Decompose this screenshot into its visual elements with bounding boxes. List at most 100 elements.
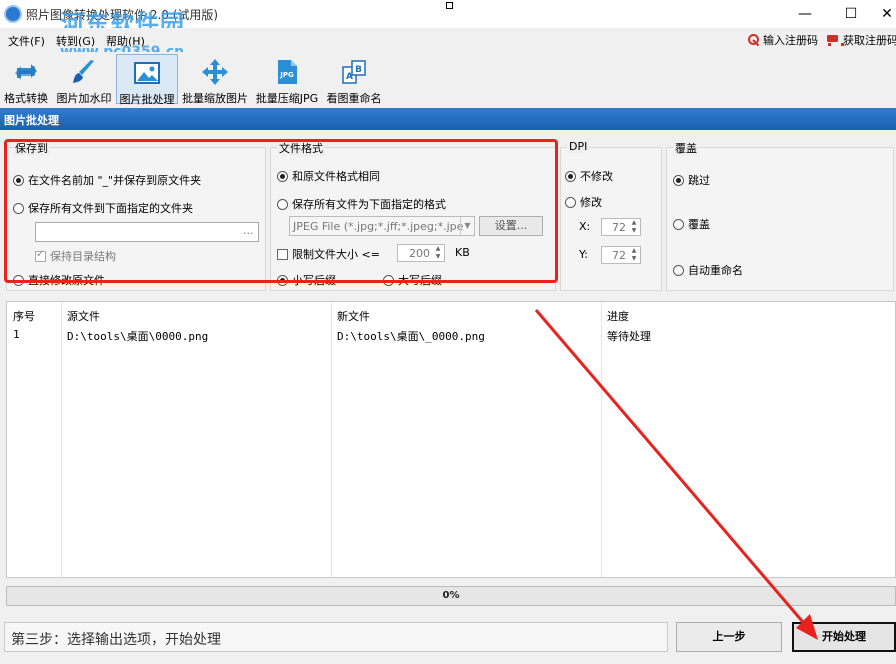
overwrite-original-option[interactable]: 直接修改原文件 bbox=[13, 272, 105, 288]
lowercase-ext-option[interactable]: 小写后缀 bbox=[277, 272, 336, 288]
options-panel: 保存到 在文件名前加 "_"并保存到原文件夹 保存所有文件到下面指定的文件夹 .… bbox=[0, 131, 896, 295]
cell-target: D:\tools\桌面\_0000.png bbox=[337, 330, 485, 343]
previous-step-button[interactable]: 上一步 bbox=[676, 622, 782, 652]
column-header-target[interactable]: 新文件 bbox=[337, 308, 370, 324]
file-format-group: 文件格式 和原文件格式相同 保存所有文件为下面指定的格式 JPEG File (… bbox=[270, 140, 556, 291]
file-format-title: 文件格式 bbox=[277, 140, 325, 156]
menu-file[interactable]: 文件(F) bbox=[8, 33, 45, 49]
dpi-no-change-label: 不修改 bbox=[580, 170, 613, 183]
dpi-group: DPI 不修改 修改 X: 72 ▲ ▼ Y: 72 ▲ ▼ bbox=[560, 140, 662, 291]
column-header-progress[interactable]: 进度 bbox=[607, 308, 629, 324]
skip-option[interactable]: 跳过 bbox=[673, 172, 710, 188]
skip-label: 跳过 bbox=[688, 174, 710, 187]
same-format-option[interactable]: 和原文件格式相同 bbox=[277, 168, 380, 184]
jpg-file-icon: JPG bbox=[278, 60, 297, 84]
radio-unselected bbox=[277, 198, 288, 210]
checkbox-checked bbox=[35, 249, 46, 262]
save-prefix-option[interactable]: 在文件名前加 "_"并保存到原文件夹 bbox=[13, 172, 201, 188]
image-icon bbox=[134, 62, 160, 84]
move-arrows-icon bbox=[202, 59, 228, 85]
format-settings-button[interactable]: 设置... bbox=[479, 216, 543, 236]
column-header-index[interactable]: 序号 bbox=[13, 308, 35, 324]
overwrite-title: 覆盖 bbox=[673, 140, 699, 156]
rename-icon: A B bbox=[342, 60, 366, 84]
column-divider bbox=[601, 302, 602, 577]
radio-unselected bbox=[13, 274, 24, 286]
dpi-modify-option[interactable]: 修改 bbox=[565, 194, 602, 210]
dpi-x-value: 72 bbox=[612, 221, 626, 234]
radio-unselected bbox=[565, 196, 576, 208]
size-limit-stepper[interactable]: 200 ▲ ▼ bbox=[397, 244, 445, 262]
svg-text:B: B bbox=[355, 65, 362, 75]
tool-view-rename[interactable]: A B 看图重命名 bbox=[324, 54, 384, 105]
auto-rename-option[interactable]: 自动重命名 bbox=[673, 262, 743, 278]
output-folder-input[interactable] bbox=[35, 222, 259, 242]
keep-structure-checkbox[interactable]: 保持目录结构 bbox=[35, 248, 116, 264]
dpi-x-stepper[interactable]: 72 ▲ ▼ bbox=[601, 218, 641, 236]
uppercase-ext-option[interactable]: 大写后缀 bbox=[383, 272, 442, 288]
resize-handle[interactable] bbox=[446, 2, 453, 9]
app-logo-icon bbox=[4, 5, 22, 23]
cell-index: 1 bbox=[13, 328, 20, 341]
stepper-arrows-icon[interactable]: ▲ ▼ bbox=[629, 247, 639, 263]
close-button[interactable]: ✕ bbox=[864, 0, 896, 28]
cell-source: D:\tools\桌面\0000.png bbox=[67, 330, 209, 343]
svg-text:A: A bbox=[346, 72, 353, 82]
get-register-code-link[interactable]: 获取注册码 bbox=[826, 32, 896, 48]
column-header-source[interactable]: 源文件 bbox=[67, 308, 100, 324]
save-folder-option[interactable]: 保存所有文件到下面指定的文件夹 bbox=[13, 200, 193, 216]
tool-label: 格式转换 bbox=[4, 92, 48, 105]
convert-format-option[interactable]: 保存所有文件为下面指定的格式 bbox=[277, 196, 446, 212]
format-select-value: JPEG File (*.jpg;*.jff;*.jpeg;*.jpe bbox=[293, 220, 464, 233]
tool-format-convert[interactable]: 格式转换 bbox=[2, 54, 50, 105]
column-divider bbox=[61, 302, 62, 577]
minimize-button[interactable]: — bbox=[782, 0, 828, 28]
radio-unselected bbox=[383, 274, 394, 286]
cart-icon bbox=[826, 34, 844, 46]
tool-label: 批量压缩JPG bbox=[255, 92, 319, 105]
radio-selected bbox=[673, 174, 684, 186]
stepper-arrows-icon[interactable]: ▲ ▼ bbox=[433, 245, 443, 261]
keep-structure-label: 保持目录结构 bbox=[50, 250, 116, 263]
status-text: 第三步：选择输出选项，开始处理 bbox=[11, 632, 221, 648]
save-prefix-label: 在文件名前加 "_"并保存到原文件夹 bbox=[28, 174, 202, 187]
brush-icon bbox=[73, 60, 94, 83]
lowercase-ext-label: 小写后缀 bbox=[292, 274, 336, 287]
svg-text:JPG: JPG bbox=[279, 71, 294, 79]
chevron-down-icon: ▼ bbox=[460, 217, 474, 235]
tool-batch-process[interactable]: 图片批处理 bbox=[116, 54, 178, 106]
convert-format-label: 保存所有文件为下面指定的格式 bbox=[292, 198, 446, 211]
tool-watermark[interactable]: 图片加水印 bbox=[54, 54, 114, 105]
radio-unselected bbox=[13, 202, 24, 214]
enter-register-code-label: 输入注册码 bbox=[763, 34, 818, 47]
dpi-y-stepper[interactable]: 72 ▲ ▼ bbox=[601, 246, 641, 264]
stepper-arrows-icon[interactable]: ▲ ▼ bbox=[629, 219, 639, 235]
tool-label: 图片加水印 bbox=[56, 92, 112, 105]
browse-button[interactable]: ... bbox=[243, 224, 254, 237]
file-table[interactable]: 序号 源文件 新文件 进度 1 D:\tools\桌面\0000.png D:\… bbox=[6, 301, 896, 578]
section-header: 图片批处理 bbox=[0, 108, 896, 130]
overwrite-option[interactable]: 覆盖 bbox=[673, 216, 710, 232]
dpi-y-label: Y: bbox=[579, 248, 588, 261]
key-icon bbox=[748, 34, 760, 46]
overwrite-original-label: 直接修改原文件 bbox=[28, 274, 105, 287]
tool-batch-resize[interactable]: 批量缩放图片 bbox=[180, 54, 250, 105]
toolbar: 格式转换 图片加水印 图片批处理 批量缩放图片 JPG 批量压缩JPG A B … bbox=[0, 52, 896, 106]
enter-register-code-link[interactable]: 输入注册码 bbox=[748, 32, 818, 48]
dpi-no-change-option[interactable]: 不修改 bbox=[565, 168, 613, 184]
radio-selected bbox=[277, 170, 288, 182]
format-select[interactable]: JPEG File (*.jpg;*.jff;*.jpeg;*.jpe ▼ bbox=[289, 216, 475, 236]
radio-unselected bbox=[673, 218, 684, 230]
progress-text: 0% bbox=[442, 590, 460, 601]
start-processing-button[interactable]: 开始处理 bbox=[792, 622, 896, 652]
tool-batch-compress-jpg[interactable]: JPG 批量压缩JPG bbox=[254, 54, 320, 105]
status-box: 第三步：选择输出选项，开始处理 bbox=[4, 622, 668, 652]
limit-size-checkbox[interactable]: 限制文件大小 <= bbox=[277, 246, 380, 262]
section-title: 图片批处理 bbox=[4, 114, 59, 127]
convert-icon bbox=[15, 64, 37, 80]
radio-selected bbox=[565, 170, 576, 182]
tool-label: 看图重命名 bbox=[326, 92, 382, 105]
save-to-group: 保存到 在文件名前加 "_"并保存到原文件夹 保存所有文件到下面指定的文件夹 .… bbox=[6, 140, 266, 291]
overwrite-group: 覆盖 跳过 覆盖 自动重命名 bbox=[666, 140, 894, 291]
auto-rename-label: 自动重命名 bbox=[688, 264, 743, 277]
